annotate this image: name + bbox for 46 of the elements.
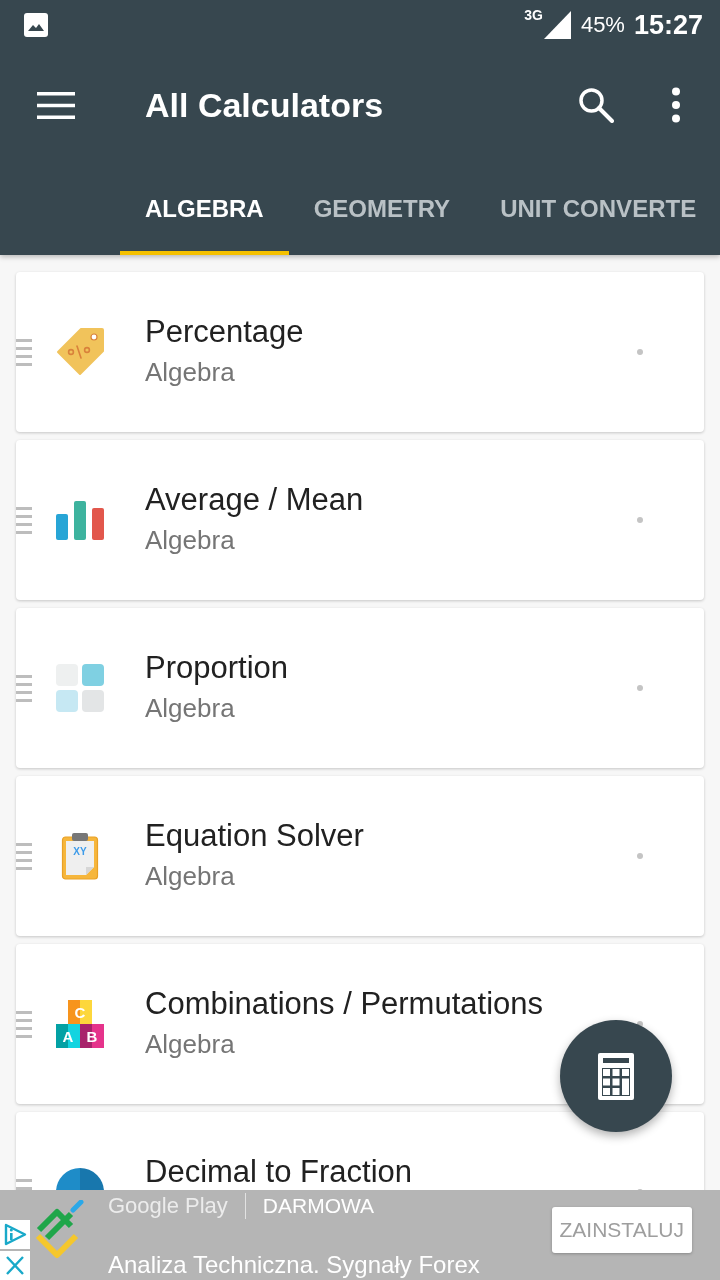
calculator-card[interactable]: Percentage Algebra bbox=[16, 272, 704, 432]
calculator-card[interactable]: Average / Mean Algebra bbox=[16, 440, 704, 600]
calculator-card[interactable]: C A B Combinations / Permutations Algebra bbox=[16, 944, 704, 1104]
calculator-card[interactable]: Proportion Algebra bbox=[16, 608, 704, 768]
tab[interactable]: UNIT CONVERTE bbox=[475, 160, 720, 255]
app-title: All Calculators bbox=[145, 85, 384, 125]
drag-handle-icon[interactable] bbox=[16, 842, 32, 870]
calculator-card[interactable]: Decimal to Fraction bbox=[16, 1112, 704, 1190]
search-icon[interactable] bbox=[578, 87, 614, 123]
calculator-category: Algebra bbox=[145, 1028, 236, 1061]
squares-grid-icon bbox=[56, 664, 104, 712]
calculator-category: Algebra bbox=[145, 356, 236, 389]
calculator-card[interactable]: XY Equation Solver Algebra bbox=[16, 776, 704, 936]
calculator-category: Algebra bbox=[145, 692, 236, 725]
calculator-category: Algebra bbox=[145, 524, 236, 557]
dot-icon bbox=[637, 685, 643, 691]
price-label: DARMOWA bbox=[262, 1194, 375, 1218]
close-icon[interactable] bbox=[0, 1251, 30, 1280]
signal-icon bbox=[543, 11, 571, 39]
dot-icon bbox=[637, 349, 643, 355]
tab[interactable]: GEOMETRY bbox=[288, 160, 476, 255]
drag-handle-icon[interactable] bbox=[16, 1010, 32, 1038]
calculator-title: Decimal to Fraction bbox=[145, 1153, 414, 1190]
drag-handle-icon[interactable] bbox=[16, 506, 32, 534]
drag-handle-icon[interactable] bbox=[16, 674, 32, 702]
battery-percent: 45% bbox=[580, 12, 625, 38]
calculator-title: Combinations / Permutations bbox=[145, 985, 545, 1023]
menu-icon[interactable] bbox=[37, 91, 75, 119]
dot-icon bbox=[637, 517, 643, 523]
calculator-title: Proportion bbox=[145, 649, 290, 687]
network-type: 3G bbox=[524, 8, 543, 23]
calculator-title: Average / Mean bbox=[145, 481, 365, 519]
image-icon bbox=[24, 13, 48, 37]
ad-choices-icon[interactable] bbox=[0, 1220, 30, 1249]
dot-icon bbox=[637, 853, 643, 859]
price-tag-icon bbox=[56, 328, 104, 376]
ad-headline: Analiza Techniczna. Sygnały Forex bbox=[108, 1252, 481, 1278]
drag-handle-icon[interactable] bbox=[16, 338, 32, 366]
calculator-title: Percentage bbox=[145, 313, 305, 351]
calculator-category: Algebra bbox=[145, 860, 236, 893]
app-logo-icon bbox=[33, 1200, 85, 1260]
clock: 15:27 bbox=[633, 9, 703, 41]
more-options-icon[interactable] bbox=[671, 87, 681, 123]
calculator-icon bbox=[598, 1052, 634, 1100]
calculator-title: Equation Solver bbox=[145, 817, 365, 855]
tab[interactable]: ALGEBRA bbox=[120, 160, 289, 255]
